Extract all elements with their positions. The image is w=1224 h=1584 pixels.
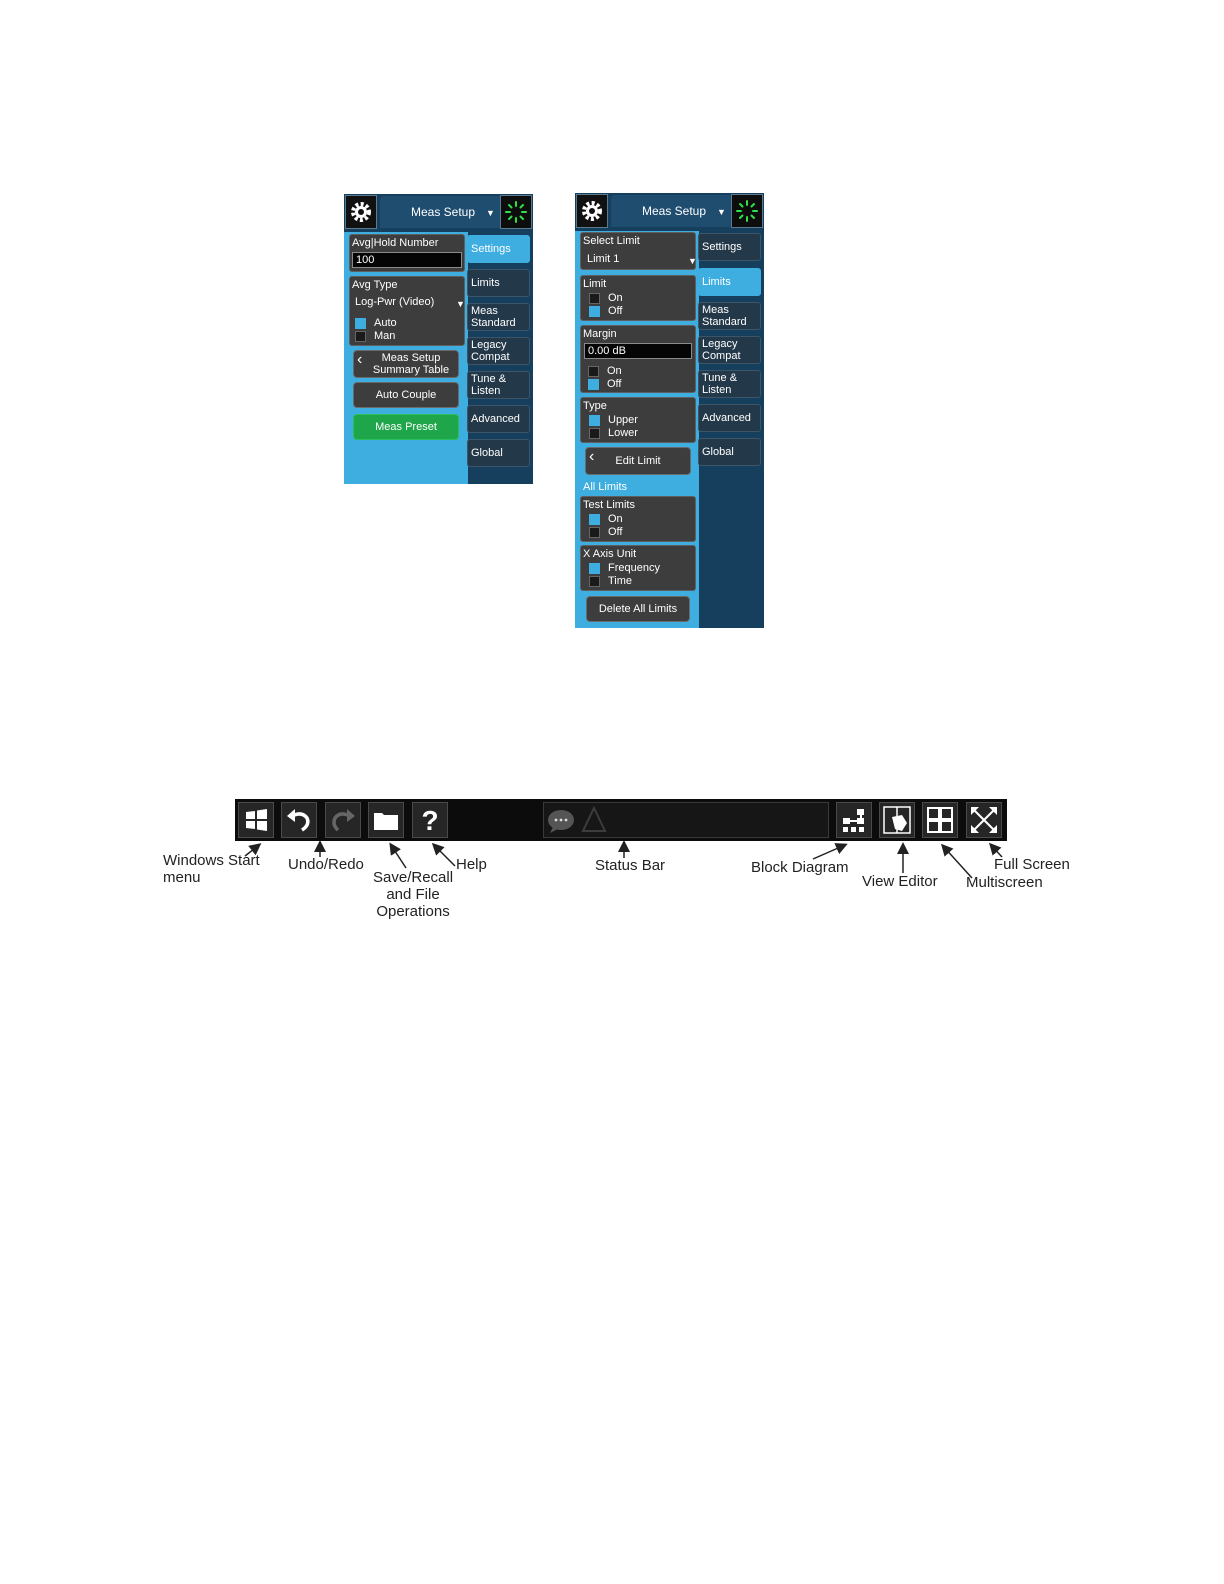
caption-view-editor: View Editor — [862, 873, 938, 890]
caption-help: Help — [456, 856, 487, 873]
arrow-save-recall — [389, 842, 407, 869]
caption-windows-start: Windows Start menu — [163, 852, 260, 886]
caption-status-bar: Status Bar — [595, 857, 666, 874]
arrow-help — [431, 842, 456, 867]
arrow-block-diagram — [812, 843, 848, 860]
caption-block-diagram: Block Diagram — [751, 859, 849, 876]
callout-arrows — [244, 840, 1003, 879]
caption-save-recall: Save/Recall and File Operations — [373, 869, 454, 920]
caption-multiscreen: Multiscreen — [966, 874, 1043, 891]
caption-undo-redo: Undo/Redo — [288, 856, 364, 873]
caption-full-screen: Full Screen — [994, 856, 1070, 873]
